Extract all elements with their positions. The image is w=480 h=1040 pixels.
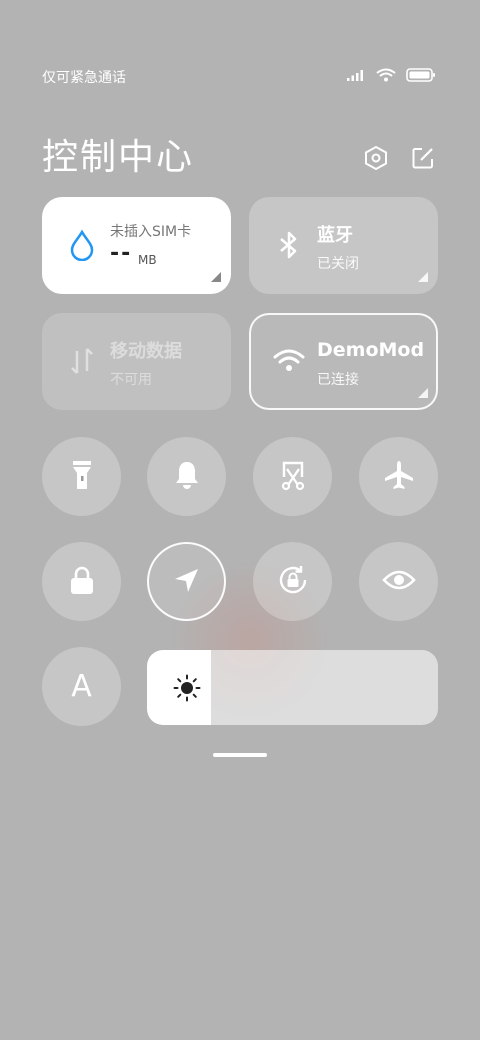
edit-button[interactable] xyxy=(409,146,437,174)
lock-icon xyxy=(68,564,96,600)
expand-corner-icon xyxy=(418,272,428,282)
bluetooth-icon xyxy=(273,229,305,261)
expand-corner-icon xyxy=(418,388,428,398)
page-title: 控制中心 xyxy=(42,137,195,178)
sim-status-label: 未插入SIM卡 xyxy=(110,224,192,240)
settings-hex-icon xyxy=(363,145,389,175)
flashlight-icon xyxy=(70,459,94,495)
drag-handle[interactable] xyxy=(213,753,267,757)
status-bar: 仅可紧急通话 xyxy=(0,0,480,100)
data-usage-value: -- xyxy=(110,241,133,266)
airplane-icon xyxy=(383,459,415,495)
scissors-icon xyxy=(278,459,308,495)
bluetooth-status: 已关闭 xyxy=(317,256,359,272)
wifi-icon xyxy=(273,345,305,377)
brightness-slider[interactable] xyxy=(147,650,438,725)
reading-mode-toggle[interactable] xyxy=(359,542,438,621)
wifi-tile[interactable]: DemoMode 已连接 xyxy=(249,313,438,410)
settings-button[interactable] xyxy=(362,145,390,175)
mobile-data-title: 移动数据 xyxy=(110,341,182,362)
data-usage-unit: MB xyxy=(138,253,157,267)
battery-icon xyxy=(406,67,436,86)
rotation-lock-icon xyxy=(276,563,310,601)
auto-brightness-toggle[interactable]: A xyxy=(42,647,121,726)
location-toggle[interactable] xyxy=(147,542,226,621)
bluetooth-tile[interactable]: 蓝牙 已关闭 xyxy=(249,197,438,294)
eye-icon xyxy=(381,568,416,596)
mobile-data-tile[interactable]: 移动数据 不可用 xyxy=(42,313,231,410)
rotation-lock-toggle[interactable] xyxy=(253,542,332,621)
wifi-icon xyxy=(376,67,396,86)
wifi-status: 已连接 xyxy=(317,372,359,388)
ring-toggle[interactable] xyxy=(147,437,226,516)
bluetooth-title: 蓝牙 xyxy=(317,225,353,246)
lock-screen-toggle[interactable] xyxy=(42,542,121,621)
water-drop-icon xyxy=(66,229,98,261)
carrier-text: 仅可紧急通话 xyxy=(42,70,126,86)
status-icons xyxy=(346,67,436,86)
data-arrows-icon xyxy=(66,345,98,377)
data-usage-tile[interactable]: 未插入SIM卡 -- MB xyxy=(42,197,231,294)
wifi-network-name: DemoMode xyxy=(317,339,423,361)
auto-brightness-label: A xyxy=(71,669,92,704)
mobile-data-status: 不可用 xyxy=(110,372,152,388)
flashlight-toggle[interactable] xyxy=(42,437,121,516)
edit-icon xyxy=(410,145,436,175)
expand-corner-icon xyxy=(211,272,221,282)
airplane-toggle[interactable] xyxy=(359,437,438,516)
location-arrow-icon xyxy=(173,566,201,598)
bell-icon xyxy=(173,459,201,495)
sun-icon xyxy=(173,674,201,702)
signal-bars-icon xyxy=(346,67,366,86)
screenshot-toggle[interactable] xyxy=(253,437,332,516)
